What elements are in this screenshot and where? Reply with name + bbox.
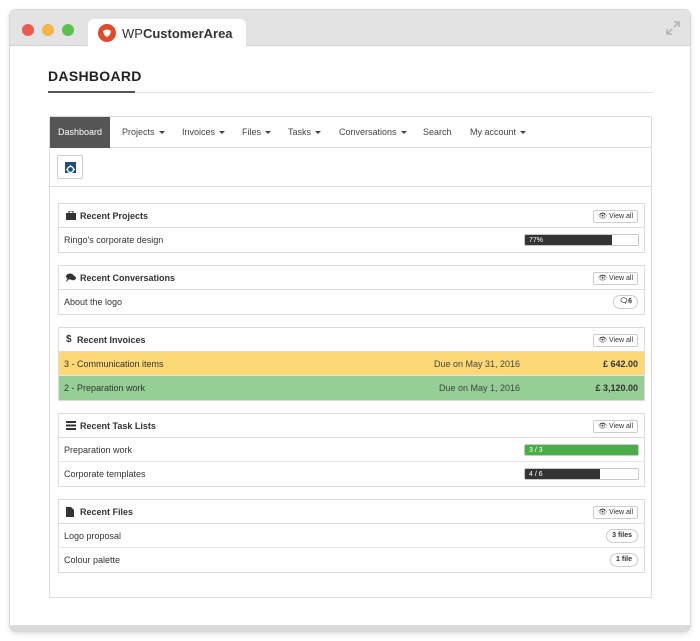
nav-my-account[interactable]: My account <box>462 117 534 148</box>
title-divider-accent <box>48 91 135 93</box>
dollar-icon: $ <box>66 334 72 345</box>
recent-projects-box: Recent Projects 👁 View all Ringo's corpo… <box>58 203 645 253</box>
recent-invoices-box: $ Recent Invoices 👁 View all 3 - Communi… <box>58 327 645 401</box>
project-row[interactable]: Ringo's corporate design 77% <box>59 228 644 252</box>
progress-text: 4 / 6 <box>529 471 543 478</box>
minimize-window-button[interactable] <box>42 24 54 36</box>
recent-files-header: Recent Files 👁 View all <box>59 500 644 524</box>
conversation-title: About the logo <box>64 297 123 307</box>
reply-count-badge: 🗨6 <box>613 295 638 309</box>
brand-logo-icon <box>98 24 116 42</box>
window-bottom-edge <box>10 625 690 631</box>
list-icon <box>66 421 76 432</box>
browser-titlebar: WPCustomerArea <box>10 10 690 47</box>
caret-down-icon <box>158 131 165 135</box>
expand-icon[interactable] <box>666 21 680 35</box>
tab-title: WPCustomerArea <box>122 26 233 41</box>
browser-window: WPCustomerArea DASHBOARD Dashboard Proje… <box>10 10 690 631</box>
caret-down-icon <box>520 131 527 135</box>
caret-down-icon <box>265 131 272 135</box>
section-title: Recent Files <box>80 507 134 517</box>
invoice-title: 3 - Communication items <box>64 359 164 369</box>
section-title: Recent Conversations <box>80 273 176 283</box>
view-all-tasks-button[interactable]: 👁 View all <box>593 420 638 433</box>
view-all-invoices-button[interactable]: 👁 View all <box>593 334 638 347</box>
task-list-row[interactable]: Corporate templates 4 / 6 <box>59 462 644 486</box>
invoice-row[interactable]: 3 - Communication items Due on May 31, 2… <box>59 352 644 376</box>
maximize-window-button[interactable] <box>62 24 74 36</box>
invoice-row[interactable]: 2 - Preparation work Due on May 1, 2016 … <box>59 376 644 400</box>
dashboard-panel: Dashboard Projects Invoices Files Tasks … <box>49 116 652 598</box>
view-all-conversations-button[interactable]: 👁 View all <box>593 272 638 285</box>
recent-task-lists-box: Recent Task Lists 👁 View all Preparation… <box>58 413 645 487</box>
file-name: Colour palette <box>64 555 121 565</box>
project-progress-bar: 77% <box>524 234 639 246</box>
recent-projects-header: Recent Projects 👁 View all <box>59 204 644 228</box>
comments-icon: 🗨 <box>619 298 629 305</box>
comments-icon <box>66 273 76 284</box>
recent-conversations-header: Recent Conversations 👁 View all <box>59 266 644 290</box>
page-title: DASHBOARD <box>48 68 142 84</box>
recent-files-box: Recent Files 👁 View all Logo proposal 3 … <box>58 499 645 573</box>
conversation-row[interactable]: About the logo 🗨6 <box>59 290 644 314</box>
progress-text: 3 / 3 <box>529 447 543 454</box>
invoice-amount: £ 642.00 <box>602 359 638 369</box>
file-name: Logo proposal <box>64 531 122 541</box>
nav-invoices[interactable]: Invoices <box>174 117 233 148</box>
nav-files[interactable]: Files <box>234 117 279 148</box>
invoice-due-date: Due on May 1, 2016 <box>438 383 520 393</box>
recent-task-lists-header: Recent Task Lists 👁 View all <box>59 414 644 438</box>
task-progress-bar: 4 / 6 <box>524 468 639 480</box>
nav-tasks[interactable]: Tasks <box>280 117 329 148</box>
close-window-button[interactable] <box>22 24 34 36</box>
caret-down-icon <box>315 131 322 135</box>
caret-down-icon <box>219 131 226 135</box>
nav-search[interactable]: Search <box>415 117 460 148</box>
file-count-badge: 3 files <box>606 529 638 543</box>
briefcase-icon <box>66 210 76 222</box>
view-all-files-button[interactable]: 👁 View all <box>593 506 638 519</box>
task-list-name: Corporate templates <box>64 469 146 479</box>
eye-icon: 👁 <box>598 509 608 516</box>
file-row[interactable]: Logo proposal 3 files <box>59 524 644 548</box>
eye-icon: 👁 <box>598 337 608 344</box>
recent-conversations-box: Recent Conversations 👁 View all About th… <box>58 265 645 315</box>
progress-text: 77% <box>529 237 544 244</box>
file-row[interactable]: Colour palette 1 file <box>59 548 644 572</box>
browser-tab[interactable]: WPCustomerArea <box>88 19 246 47</box>
file-count-badge: 1 file <box>610 553 638 567</box>
invoice-title: 2 - Preparation work <box>64 383 146 393</box>
invoice-amount: £ 3,120.00 <box>595 383 638 393</box>
eye-icon: 👁 <box>598 213 608 220</box>
dashboard-icon <box>65 162 76 174</box>
title-divider <box>48 92 653 93</box>
project-name: Ringo's corporate design <box>64 235 164 245</box>
section-title: Recent Projects <box>80 211 149 221</box>
eye-icon: 👁 <box>598 423 608 430</box>
section-title: Recent Task Lists <box>80 421 156 431</box>
section-title: Recent Invoices <box>77 335 146 345</box>
file-icon <box>66 507 74 519</box>
task-list-name: Preparation work <box>64 445 133 455</box>
dashboard-tool-button[interactable] <box>57 155 83 179</box>
main-navbar: Dashboard Projects Invoices Files Tasks … <box>50 117 651 148</box>
nav-dashboard[interactable]: Dashboard <box>50 117 111 148</box>
nav-conversations[interactable]: Conversations <box>331 117 415 148</box>
task-progress-bar: 3 / 3 <box>524 444 639 456</box>
recent-invoices-header: $ Recent Invoices 👁 View all <box>59 328 644 352</box>
caret-down-icon <box>400 131 407 135</box>
nav-projects[interactable]: Projects <box>114 117 173 148</box>
eye-icon: 👁 <box>598 275 608 282</box>
dashboard-toolbar <box>50 148 651 187</box>
view-all-projects-button[interactable]: 👁 View all <box>593 210 638 223</box>
task-list-row[interactable]: Preparation work 3 / 3 <box>59 438 644 462</box>
invoice-due-date: Due on May 31, 2016 <box>433 359 520 369</box>
